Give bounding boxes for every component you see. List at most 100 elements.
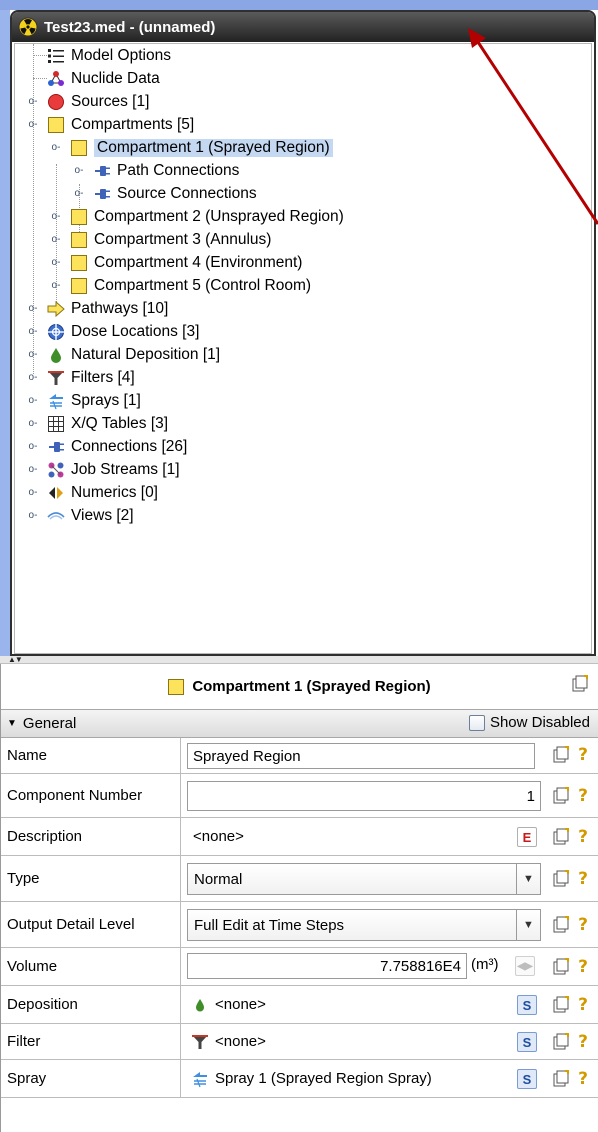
tree-item-compartment-4[interactable]: Compartment 4 (Environment) <box>70 251 302 274</box>
component-number-input[interactable]: 1 <box>187 781 541 811</box>
property-label: Filter <box>1 1024 181 1059</box>
expand-toggle-icon[interactable]: o- <box>27 326 39 338</box>
expand-toggle-icon[interactable]: o- <box>73 188 85 200</box>
add-copy-icon[interactable] <box>551 915 571 935</box>
tree-item-compartment-5[interactable]: Compartment 5 (Control Room) <box>70 274 311 297</box>
filter-funnel-icon <box>47 369 65 387</box>
help-icon[interactable]: ? <box>573 1069 593 1089</box>
add-copy-icon[interactable] <box>551 827 571 847</box>
tree-item-model-options[interactable]: Model Options <box>47 44 171 67</box>
expand-toggle-icon[interactable]: o- <box>27 441 39 453</box>
tree-item-label: Views [2] <box>71 506 134 524</box>
tree-item-label: Compartment 2 (Unsprayed Region) <box>94 207 344 225</box>
expand-toggle-icon[interactable]: o- <box>50 280 62 292</box>
add-copy-icon[interactable] <box>551 745 571 765</box>
tree-item-compartment-2[interactable]: Compartment 2 (Unsprayed Region) <box>70 205 344 228</box>
add-copy-icon[interactable] <box>551 1069 571 1089</box>
expand-toggle-icon[interactable]: o- <box>73 165 85 177</box>
tree-item-xq-tables[interactable]: X/Q Tables [3] <box>47 412 168 435</box>
expand-toggle-icon[interactable]: o- <box>50 211 62 223</box>
expand-toggle-icon[interactable]: o- <box>50 234 62 246</box>
window-title-bar[interactable]: Test23.med - (unnamed) <box>12 12 594 42</box>
compartment-yellow-box-icon <box>70 277 88 295</box>
add-copy-icon[interactable] <box>551 1032 571 1052</box>
help-icon[interactable]: ? <box>573 995 593 1015</box>
output-detail-select[interactable]: Full Edit at Time Steps ▼ <box>187 909 541 941</box>
tree-item-label: Job Streams [1] <box>71 460 180 478</box>
select-deposition-button[interactable]: S <box>517 995 537 1015</box>
checkbox-icon[interactable] <box>468 714 485 731</box>
compartment-yellow-box-icon <box>70 231 88 249</box>
compartment-yellow-box-icon <box>47 116 65 134</box>
help-icon[interactable]: ? <box>573 957 593 977</box>
tree-item-connections[interactable]: Connections [26] <box>47 435 187 458</box>
splitter-arrows-icon[interactable]: ▲▼ <box>8 656 23 664</box>
tree-view[interactable]: Model Options Nuclide Data o- Sources [1… <box>14 43 592 654</box>
tree-item-compartments[interactable]: Compartments [5] <box>47 113 194 136</box>
expand-toggle-icon[interactable]: o- <box>27 303 39 315</box>
tree-item-label: Model Options <box>71 46 171 64</box>
dose-location-crosshair-icon <box>47 323 65 341</box>
tree-item-sources[interactable]: Sources [1] <box>47 90 149 113</box>
type-select-value: Normal <box>194 870 243 888</box>
add-copy-icon[interactable] <box>551 786 571 806</box>
filter-value: <none> <box>191 1024 266 1059</box>
tree-item-sprays[interactable]: Sprays [1] <box>47 389 141 412</box>
tree-item-source-connections[interactable]: Source Connections <box>93 182 257 205</box>
edit-description-button[interactable]: E <box>517 827 537 847</box>
add-copy-icon[interactable] <box>551 995 571 1015</box>
tree-item-label: Compartment 4 (Environment) <box>94 253 303 271</box>
tree-item-label: Source Connections <box>117 184 257 202</box>
help-icon[interactable]: ? <box>573 786 593 806</box>
tree-item-job-streams[interactable]: Job Streams [1] <box>47 458 180 481</box>
property-header-title: Compartment 1 (Sprayed Region) <box>192 678 431 695</box>
help-icon[interactable]: ? <box>573 869 593 889</box>
expand-toggle-icon[interactable]: o- <box>27 464 39 476</box>
expand-toggle-icon[interactable]: o- <box>27 395 39 407</box>
add-copy-icon[interactable] <box>570 674 590 694</box>
expand-toggle-icon[interactable]: o- <box>27 510 39 522</box>
help-icon[interactable]: ? <box>573 915 593 935</box>
select-spray-button[interactable]: S <box>517 1069 537 1089</box>
tree-item-path-connections[interactable]: Path Connections <box>93 159 239 182</box>
expand-toggle-icon[interactable]: o- <box>50 257 62 269</box>
type-select[interactable]: Normal ▼ <box>187 863 541 895</box>
dropdown-arrow-icon[interactable]: ▼ <box>516 910 540 940</box>
help-icon[interactable]: ? <box>573 745 593 765</box>
tree-item-natural-deposition[interactable]: Natural Deposition [1] <box>47 343 220 366</box>
expand-toggle-icon[interactable]: o- <box>27 487 39 499</box>
tree-item-nuclide-data[interactable]: Nuclide Data <box>47 67 160 90</box>
tree-item-pathways[interactable]: Pathways [10] <box>47 297 168 320</box>
tree-item-label: Sources [1] <box>71 92 150 110</box>
panel-splitter[interactable]: ▲▼ <box>0 656 598 664</box>
tree-item-filters[interactable]: Filters [4] <box>47 366 135 389</box>
property-label: Output Detail Level <box>1 902 181 947</box>
expand-toggle-icon[interactable]: o- <box>27 349 39 361</box>
tree-item-compartment-1[interactable]: Compartment 1 (Sprayed Region) <box>70 136 333 159</box>
add-copy-icon[interactable] <box>551 869 571 889</box>
numerics-icon <box>47 484 65 502</box>
tree-item-compartment-3[interactable]: Compartment 3 (Annulus) <box>70 228 271 251</box>
expand-toggle-icon[interactable]: o- <box>27 96 39 108</box>
show-disabled-checkbox[interactable]: Show Disabled <box>468 714 590 731</box>
section-collapse-icon[interactable]: ▼ <box>7 718 17 729</box>
tree-item-dose-locations[interactable]: Dose Locations [3] <box>47 320 199 343</box>
tree-item-numerics[interactable]: Numerics [0] <box>47 481 158 504</box>
help-icon[interactable]: ? <box>573 827 593 847</box>
name-input[interactable]: Sprayed Region <box>187 743 535 769</box>
help-icon[interactable]: ? <box>573 1032 593 1052</box>
tree-item-views[interactable]: Views [2] <box>47 504 134 527</box>
unit-toggle-icon: ◀▶ <box>515 956 535 976</box>
dropdown-arrow-icon[interactable]: ▼ <box>516 864 540 894</box>
collapse-toggle-icon[interactable]: o- <box>50 142 62 154</box>
collapse-toggle-icon[interactable]: o- <box>27 119 39 131</box>
select-filter-button[interactable]: S <box>517 1032 537 1052</box>
tree-item-label: Path Connections <box>117 161 240 179</box>
expand-toggle-icon[interactable]: o- <box>27 418 39 430</box>
section-general[interactable]: ▼ General Show Disabled <box>1 710 598 738</box>
expand-toggle-icon[interactable]: o- <box>27 372 39 384</box>
output-detail-select-value: Full Edit at Time Steps <box>194 916 345 934</box>
volume-input[interactable]: 7.758816E4 <box>187 953 467 979</box>
add-copy-icon[interactable] <box>551 957 571 977</box>
tree-line <box>33 55 47 56</box>
